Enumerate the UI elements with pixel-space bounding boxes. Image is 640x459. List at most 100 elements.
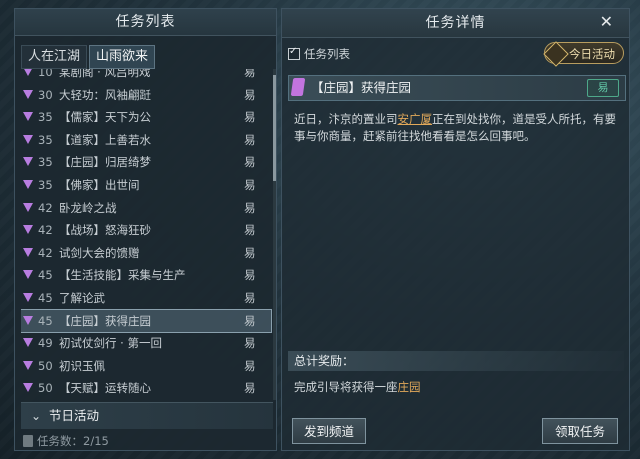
send-to-channel-button[interactable]: 发到频道	[292, 418, 366, 444]
scroll-icon	[23, 435, 33, 447]
task-level: 45	[38, 268, 53, 283]
task-name: 某剧阁 · 风吕明戏	[59, 69, 151, 79]
today-activity-button[interactable]: 今日活动	[543, 41, 624, 67]
task-row[interactable]: 42 试剑大会的馈赠 易	[21, 242, 271, 264]
expand-triangle-icon	[23, 293, 33, 302]
checkbox-icon[interactable]	[288, 46, 300, 60]
checkbox-label: 任务列表	[304, 47, 350, 61]
reward-prefix: 完成引导将获得一座	[294, 380, 398, 394]
task-difficulty: 易	[244, 291, 256, 305]
task-name: 【生活技能】采集与生产	[59, 268, 186, 283]
festival-section-header[interactable]: ⌄ 节日活动	[21, 402, 273, 429]
expand-triangle-icon	[23, 112, 33, 122]
task-name: 试剑大会的馈赠	[59, 245, 140, 260]
task-difficulty: 易	[244, 381, 256, 396]
today-activity-label: 今日活动	[569, 47, 615, 61]
task-level: 35	[38, 178, 53, 192]
task-row[interactable]: 42 卧龙岭之战 易	[21, 197, 271, 219]
task-name: 初识玉佩	[59, 358, 105, 373]
task-list-title: 任务列表	[15, 9, 276, 36]
task-difficulty: 易	[244, 245, 256, 260]
task-level: 30	[38, 87, 53, 102]
task-difficulty: 易	[244, 69, 256, 79]
task-row[interactable]: 45 【生活技能】采集与生产 易	[21, 264, 271, 286]
task-level: 45	[38, 291, 53, 305]
npc-link[interactable]: 安广厦	[398, 112, 433, 126]
expand-triangle-icon	[23, 338, 33, 348]
task-header: 【庄园】获得庄园 易	[288, 75, 626, 101]
task-difficulty: 易	[244, 155, 256, 170]
task-difficulty: 易	[244, 336, 256, 351]
task-difficulty: 易	[244, 268, 256, 283]
task-row[interactable]: 45 了解论武 易	[21, 287, 271, 309]
task-difficulty: 易	[244, 132, 256, 147]
expand-triangle-icon	[23, 360, 33, 370]
task-difficulty: 易	[244, 87, 256, 102]
expand-triangle-icon	[23, 383, 33, 393]
task-row[interactable]: 49 初试仗剑行 · 第一回 易	[21, 332, 271, 354]
task-level: 49	[38, 336, 53, 351]
expand-triangle-icon	[23, 157, 33, 167]
task-row[interactable]: 30 大轻功：风袖翩跹 易	[21, 84, 271, 106]
task-name: 【佛家】出世间	[59, 178, 140, 192]
reward-text: 完成引导将获得一座庄园	[294, 379, 421, 395]
task-list-panel: 任务列表 人在江湖 山雨欲来 10 某剧阁 · 风吕明戏易 30 大轻功：风袖翩跹易 3…	[14, 8, 277, 451]
tab-jianghu[interactable]: 人在江湖	[21, 45, 88, 69]
task-level: 35	[38, 132, 53, 147]
task-detail-panel: 任务详情 ✕ 任务列表 今日活动 【庄园】获得庄园 易 近日，汴京的置业司安广厦…	[281, 8, 630, 451]
task-level: 50	[38, 381, 53, 396]
task-name: 【庄园】归居绮梦	[59, 155, 151, 170]
task-difficulty: 易	[244, 178, 256, 192]
task-row[interactable]: 50 初识玉佩 易	[21, 355, 271, 377]
task-name: 【庄园】获得庄园	[59, 313, 151, 328]
task-name: 【天赋】运转随心	[59, 381, 151, 396]
task-level: 35	[38, 155, 53, 170]
close-icon[interactable]: ✕	[600, 12, 613, 31]
task-row[interactable]: 10 某剧阁 · 风吕明戏 易	[21, 69, 271, 83]
task-level: 10	[38, 69, 53, 79]
task-name: 【战场】怒海狂砂	[59, 223, 151, 238]
task-description: 近日，汴京的置业司安广厦正在到处找你，道是受人所托，有要事与你商量，赶紧前往找他…	[294, 111, 618, 145]
task-row[interactable]: 50 【天赋】运转随心 易	[21, 377, 271, 399]
tab-shanyu[interactable]: 山雨欲来	[89, 45, 156, 69]
task-difficulty: 易	[244, 110, 256, 125]
reward-header: 总计奖励：	[288, 351, 624, 371]
task-name: 了解论武	[59, 291, 105, 305]
task-difficulty: 易	[244, 200, 256, 215]
task-row[interactable]: 35 【佛家】出世间 易	[21, 174, 271, 196]
chevron-down-icon: ⌄	[31, 409, 42, 423]
task-level: 35	[38, 110, 53, 125]
task-name: 初试仗剑行 · 第一回	[59, 336, 162, 351]
task-level: 42	[38, 200, 53, 215]
task-row[interactable]: 42 【战场】怒海狂砂 易	[21, 219, 271, 241]
task-level: 42	[38, 245, 53, 260]
expand-triangle-icon	[23, 225, 33, 235]
expand-triangle-icon	[23, 180, 33, 189]
task-difficulty: 易	[244, 223, 256, 238]
task-row[interactable]: 35 【道家】上善若水 易	[21, 129, 271, 151]
task-level: 42	[38, 223, 53, 238]
quest-tag-icon	[290, 78, 306, 96]
task-list-checkbox[interactable]: 任务列表	[288, 46, 350, 62]
task-row[interactable]: 35 【儒家】天下为公 易	[21, 106, 271, 128]
task-count-text: 任务数：2/15	[37, 434, 109, 448]
task-name: 大轻功：风袖翩跹	[59, 87, 151, 102]
task-name: 【道家】上善若水	[59, 132, 151, 147]
desc-text-1: 近日，汴京的置业司	[294, 112, 398, 126]
diamond-icon	[543, 41, 569, 67]
accept-task-button[interactable]: 领取任务	[542, 418, 618, 444]
task-row[interactable]: 35 【庄园】归居绮梦 易	[21, 151, 271, 173]
task-row[interactable]: 45 【庄园】获得庄园 易	[21, 308, 272, 333]
expand-triangle-icon	[23, 89, 33, 99]
expand-triangle-icon	[23, 270, 33, 280]
task-name: 【儒家】天下为公	[59, 110, 151, 125]
expand-triangle-icon	[23, 247, 33, 257]
expand-triangle-icon	[23, 202, 33, 212]
difficulty-badge: 易	[587, 79, 619, 97]
expand-triangle-icon	[23, 315, 33, 325]
task-list: 10 某剧阁 · 风吕明戏易 30 大轻功：风袖翩跹易 35 【儒家】天下为公易 35 【道家…	[21, 69, 273, 400]
scrollbar-thumb[interactable]	[273, 75, 276, 181]
task-level: 45	[38, 313, 53, 328]
task-count: 任务数：2/15	[23, 432, 109, 450]
task-name: 卧龙岭之战	[59, 200, 117, 215]
